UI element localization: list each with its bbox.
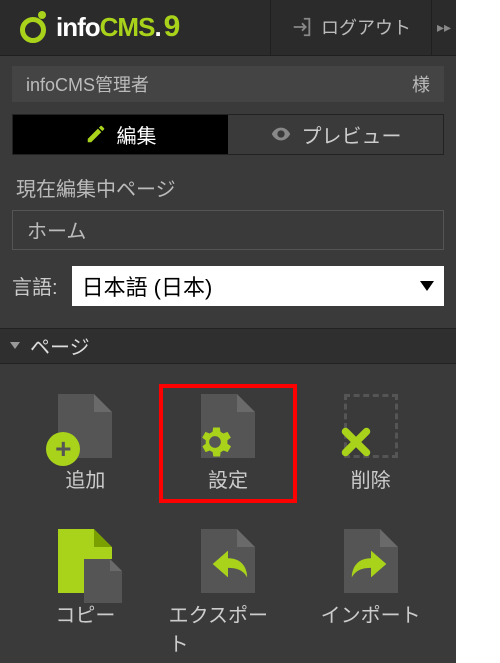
- tab-edit-label: 編集: [117, 120, 157, 149]
- page-group-header[interactable]: ページ: [0, 328, 456, 364]
- chevron-down-icon: [420, 281, 434, 291]
- logout-button[interactable]: ログアウト: [270, 0, 432, 55]
- eye-icon: [270, 123, 292, 145]
- logo-text: infoCMS: [56, 12, 154, 43]
- page-name-text: ホーム: [27, 215, 86, 244]
- copy-label: コピー: [55, 599, 115, 628]
- logo[interactable]: infoCMS . 9: [0, 0, 270, 55]
- language-select[interactable]: 日本語 (日本): [72, 266, 444, 306]
- logout-icon: [291, 16, 313, 38]
- admin-panel: infoCMS . 9 ログアウト ▸▸ infoCMS管理者 様 編集: [0, 0, 456, 663]
- delete-page-button[interactable]: 削除: [305, 388, 436, 499]
- page-settings-button[interactable]: 設定: [163, 388, 294, 499]
- mode-tabs: 編集 プレビュー: [12, 114, 444, 155]
- current-page-label: 現在編集中ページ: [16, 173, 440, 202]
- language-row: 言語: 日本語 (日本): [12, 266, 444, 306]
- logout-label: ログアウト: [321, 14, 411, 40]
- add-label: 追加: [65, 464, 105, 493]
- logo-separator: .: [154, 12, 161, 43]
- add-page-button[interactable]: + 追加: [20, 388, 151, 499]
- logo-mark-icon: [20, 11, 52, 43]
- import-page-button[interactable]: インポート: [305, 523, 436, 663]
- header-bar: infoCMS . 9 ログアウト ▸▸: [0, 0, 456, 56]
- collapse-triangle-icon: [10, 342, 20, 349]
- gear-icon: [195, 422, 235, 462]
- tab-edit[interactable]: 編集: [13, 115, 228, 154]
- export-page-button[interactable]: エクスポート: [163, 523, 294, 663]
- page-actions-grid: + 追加 設定: [0, 364, 456, 663]
- tab-preview-label: プレビュー: [302, 120, 402, 149]
- chevron-right-icon: ▸▸: [437, 19, 451, 36]
- settings-label: 設定: [208, 464, 248, 493]
- current-page-name[interactable]: ホーム: [12, 210, 444, 250]
- import-label: インポート: [321, 599, 421, 628]
- user-suffix: 様: [412, 71, 430, 97]
- x-icon: [338, 424, 374, 460]
- page-group-title: ページ: [30, 331, 90, 360]
- file-back-icon: [84, 559, 122, 603]
- delete-label: 削除: [351, 464, 391, 493]
- tab-preview[interactable]: プレビュー: [228, 115, 443, 154]
- logo-version: 9: [164, 10, 181, 44]
- pencil-icon: [85, 123, 107, 145]
- expand-button[interactable]: ▸▸: [432, 0, 456, 55]
- export-label: エクスポート: [169, 599, 288, 657]
- export-arrow-icon: [205, 541, 251, 587]
- user-name: infoCMS管理者: [26, 71, 149, 97]
- import-arrow-icon: [348, 541, 394, 587]
- language-label: 言語:: [12, 271, 58, 300]
- language-selected-value: 日本語 (日本): [82, 270, 213, 302]
- current-user-row: infoCMS管理者 様: [12, 66, 444, 102]
- copy-page-button[interactable]: コピー: [20, 523, 151, 663]
- plus-icon: +: [46, 432, 80, 466]
